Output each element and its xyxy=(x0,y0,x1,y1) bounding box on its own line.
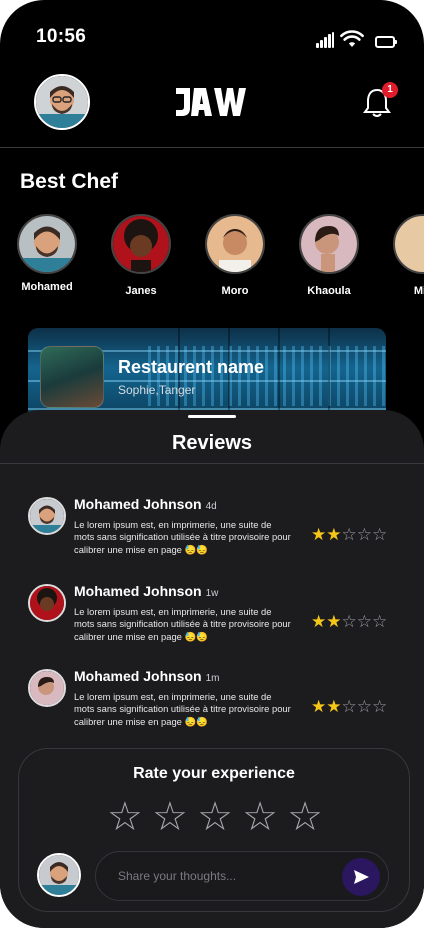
chef-name: Moro xyxy=(221,285,249,297)
chef-avatar xyxy=(17,214,77,274)
review-item: Mohamed Johnson 1w Le lorem ipsum est, en… xyxy=(28,583,408,664)
rate-star-4[interactable]: ☆ xyxy=(242,797,278,837)
reviewer-avatar xyxy=(28,497,66,535)
reviews-title: Reviews xyxy=(171,432,253,454)
reviewer-name: Mohamed Johnson xyxy=(74,583,202,599)
star-empty-icon: ☆ xyxy=(372,612,388,631)
star-filled-icon: ★ xyxy=(326,525,342,544)
send-icon xyxy=(354,870,369,884)
star-empty-icon: ☆ xyxy=(341,612,357,631)
profile-avatar[interactable] xyxy=(34,74,90,130)
chef-item[interactable]: Mohamed xyxy=(12,212,82,293)
restaurant-location: Sophie,Tanger xyxy=(118,383,196,397)
app-logo xyxy=(176,88,246,116)
chef-avatar xyxy=(111,214,171,274)
rate-star-5[interactable]: ☆ xyxy=(287,797,323,837)
sheet-drag-handle[interactable] xyxy=(188,415,236,418)
star-empty-icon: ☆ xyxy=(356,612,372,631)
star-filled-icon: ★ xyxy=(326,612,342,631)
chef-avatar xyxy=(393,214,424,274)
chef-avatar xyxy=(205,214,265,274)
star-filled-icon: ★ xyxy=(311,697,327,716)
chef-name: Khaoula xyxy=(307,285,351,297)
chef-name: Mohamed xyxy=(21,281,73,293)
reviewer-name: Mohamed Johnson xyxy=(74,496,202,512)
status-bar: 10:56 xyxy=(0,0,424,70)
avatar-image xyxy=(36,76,88,128)
chef-name: Janes xyxy=(125,285,157,297)
chef-item[interactable]: Mia xyxy=(388,212,424,297)
send-button[interactable] xyxy=(342,858,380,896)
wifi-icon xyxy=(340,30,364,47)
star-filled-icon: ★ xyxy=(311,612,327,631)
rate-title: Rate your experience xyxy=(133,765,295,782)
review-rating: ★★☆☆☆ xyxy=(311,612,387,632)
restaurant-thumbnail[interactable] xyxy=(40,346,104,408)
review-rating: ★★☆☆☆ xyxy=(311,525,387,545)
reviews-divider xyxy=(0,463,424,464)
star-empty-icon: ☆ xyxy=(372,525,388,544)
review-text: Le lorem ipsum est, en imprimerie, une s… xyxy=(74,519,291,555)
reviewer-name: Mohamed Johnson xyxy=(74,668,202,684)
chef-item[interactable]: Khaoula xyxy=(294,212,364,297)
star-empty-icon: ☆ xyxy=(372,697,388,716)
review-time: 1w xyxy=(205,588,219,599)
star-filled-icon: ★ xyxy=(311,525,327,544)
review-time: 4d xyxy=(205,501,217,512)
header-divider xyxy=(0,147,424,148)
chef-item[interactable]: Janes xyxy=(106,212,176,297)
cellular-signal-icon xyxy=(316,32,334,48)
star-empty-icon: ☆ xyxy=(356,525,372,544)
reviewer-avatar xyxy=(28,584,66,622)
rate-star-2[interactable]: ☆ xyxy=(152,797,188,837)
review-rating: ★★☆☆☆ xyxy=(311,697,387,717)
rate-star-1[interactable]: ☆ xyxy=(107,797,143,837)
star-empty-icon: ☆ xyxy=(356,697,372,716)
rate-experience-card: Rate your experience ☆ ☆ ☆ ☆ ☆ xyxy=(18,748,410,912)
review-text: Le lorem ipsum est, en imprimerie, une s… xyxy=(74,606,291,642)
phone-screen: 10:56 1 Best Chef Mohamed Janes Moro Kha… xyxy=(0,0,424,928)
review-item: Mohamed Johnson 1m Le lorem ipsum est, en… xyxy=(28,668,408,749)
chef-list: Mohamed Janes Moro Khaoula Mia xyxy=(0,212,424,302)
notification-badge: 1 xyxy=(382,82,398,98)
reviewer-name-line: Mohamed Johnson 1w xyxy=(74,583,218,599)
review-text: Le lorem ipsum est, en imprimerie, une s… xyxy=(74,691,291,727)
status-time: 10:56 xyxy=(36,26,87,47)
star-empty-icon: ☆ xyxy=(341,697,357,716)
best-chef-title: Best Chef xyxy=(20,170,119,193)
chef-item[interactable]: Moro xyxy=(200,212,270,297)
reviews-sheet: Reviews Mohamed Johnson 4d Le lorem ipsum… xyxy=(0,410,424,928)
chef-avatar xyxy=(299,214,359,274)
chef-name: Mia xyxy=(413,285,424,297)
rating-star-input: ☆ ☆ ☆ ☆ ☆ xyxy=(107,797,323,837)
reviewer-avatar xyxy=(28,669,66,707)
restaurant-name: Restaurent name xyxy=(118,357,265,377)
rate-star-3[interactable]: ☆ xyxy=(197,797,233,837)
reviewer-name-line: Mohamed Johnson 4d xyxy=(74,496,217,512)
reviewer-name-line: Mohamed Johnson 1m xyxy=(74,668,219,684)
comment-box xyxy=(95,851,389,901)
review-time: 1m xyxy=(205,673,220,684)
comment-input[interactable] xyxy=(118,852,328,900)
star-filled-icon: ★ xyxy=(326,697,342,716)
current-user-avatar xyxy=(37,853,81,897)
review-item: Mohamed Johnson 4d Le lorem ipsum est, en… xyxy=(28,496,408,577)
battery-icon xyxy=(375,36,397,48)
star-empty-icon: ☆ xyxy=(341,525,357,544)
